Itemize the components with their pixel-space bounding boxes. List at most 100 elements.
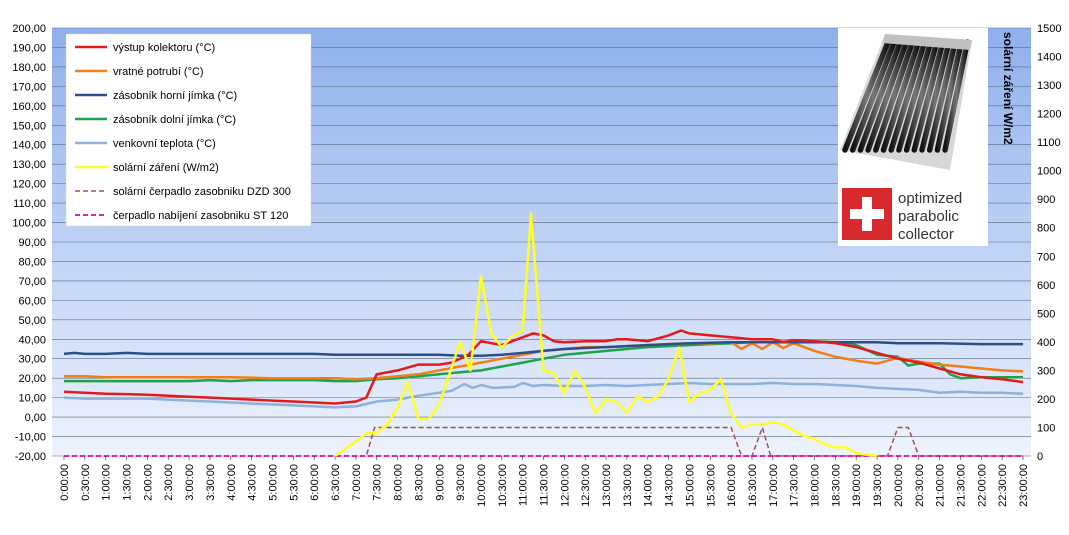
- x-tick-label: 2:30:00: [163, 464, 175, 501]
- y-tick-label: 180,00: [12, 62, 46, 74]
- x-tick-label: 14:30:00: [664, 464, 676, 507]
- y-tick-label: 30,00: [18, 354, 46, 366]
- legend-label: výstup kolektoru (°C): [113, 42, 215, 54]
- y-tick-label: 160,00: [12, 101, 46, 113]
- legend-label: zásobník dolní jímka (°C): [113, 114, 236, 126]
- y2-tick-label: 1400: [1037, 52, 1061, 64]
- y-tick-label: 50,00: [18, 315, 46, 327]
- x-tick-label: 9:00:00: [434, 464, 446, 501]
- x-tick-label: 4:00:00: [226, 464, 238, 501]
- x-tick-label: 17:30:00: [789, 464, 801, 507]
- x-tick-label: 16:00:00: [726, 464, 738, 507]
- x-tick-label: 20:30:00: [914, 464, 926, 507]
- y-tick-label: 40,00: [18, 334, 46, 346]
- x-tick-label: 17:00:00: [768, 464, 780, 507]
- x-tick-label: 10:00:00: [476, 464, 488, 507]
- x-tick-label: 22:00:00: [976, 464, 988, 507]
- y2-tick-label: 700: [1037, 251, 1055, 263]
- chart: -20,00 -10,00 0,00 10,00 20,00 30,00 40,00 50,0…: [12, 23, 1061, 507]
- y-tick-label: 80,00: [18, 256, 46, 268]
- collector-logo: optimized parabolic collector: [838, 28, 988, 246]
- x-tick-label: 4:30:00: [247, 464, 259, 501]
- y2-tick-label: 1000: [1037, 166, 1061, 178]
- x-tick-label: 3:30:00: [205, 464, 217, 501]
- y-tick-label: 0,00: [25, 412, 46, 424]
- x-tick-label: 6:30:00: [330, 464, 342, 501]
- x-tick-label: 15:30:00: [705, 464, 717, 507]
- x-tick-label: 5:00:00: [267, 464, 279, 501]
- x-tick-label: 22:30:00: [997, 464, 1009, 507]
- y-axis-ticks: -20,00 -10,00 0,00 10,00 20,00 30,00 40,00 50,0…: [12, 23, 46, 463]
- x-tick-label: 9:30:00: [455, 464, 467, 501]
- y-tick-label: 120,00: [12, 179, 46, 191]
- x-tick-label: 19:00:00: [851, 464, 863, 507]
- y-tick-label: 110,00: [13, 198, 46, 210]
- x-tick-label: 2:00:00: [142, 464, 154, 501]
- x-tick-label: 18:00:00: [810, 464, 822, 507]
- y-tick-label: -20,00: [15, 451, 46, 463]
- y-tick-label: 10,00: [18, 393, 46, 405]
- y-tick-label: 70,00: [18, 276, 46, 288]
- x-tick-label: 13:00:00: [601, 464, 613, 507]
- y2-tick-label: 0: [1037, 451, 1043, 463]
- x-tick-label: 8:30:00: [413, 464, 425, 501]
- x-tick-label: 16:30:00: [747, 464, 759, 507]
- legend-label: zásobník horní jímka (°C): [113, 90, 237, 102]
- y2-tick-label: 900: [1037, 194, 1055, 206]
- y2-tick-label: 1200: [1037, 109, 1061, 121]
- x-tick-label: 0:00:00: [59, 464, 71, 501]
- y-tick-label: 200,00: [12, 23, 46, 35]
- y-tick-label: 20,00: [18, 373, 46, 385]
- y-tick-label: 130,00: [12, 159, 46, 171]
- legend-label: solární čerpadlo zasobniku DZD 300: [113, 186, 291, 198]
- legend-label: čerpadlo nabíjení zasobniku ST 120: [113, 210, 288, 222]
- y2-tick-label: 200: [1037, 394, 1055, 406]
- x-tick-label: 13:30:00: [622, 464, 634, 507]
- y-tick-label: 170,00: [12, 81, 46, 93]
- x-tick-label: 18:30:00: [830, 464, 842, 507]
- y-tick-label: 140,00: [12, 140, 46, 152]
- x-tick-label: 14:00:00: [643, 464, 655, 507]
- y-tick-label: -10,00: [15, 432, 46, 444]
- x-tick-label: 6:00:00: [309, 464, 321, 501]
- x-tick-label: 12:00:00: [559, 464, 571, 507]
- x-tick-label: 8:00:00: [393, 464, 405, 501]
- y2-tick-label: 100: [1037, 422, 1055, 434]
- y2-axis-title: solární záření W/m2: [1001, 32, 1015, 145]
- y2-tick-label: 600: [1037, 280, 1055, 292]
- y-tick-label: 190,00: [12, 42, 46, 54]
- y-tick-label: 90,00: [18, 237, 46, 249]
- x-axis-ticks: 0:00:00 0:30:00 1:00:00 1:30:00 2:00:00 2:30:…: [59, 456, 1030, 507]
- x-tick-label: 23:00:00: [1018, 464, 1030, 507]
- logo-line-2: parabolic: [898, 208, 959, 225]
- x-tick-label: 1:30:00: [122, 464, 134, 501]
- y2-axis-ticks: 0 100 200 300 400 500 600 700 800 900 1000 1100 1200…: [1037, 23, 1061, 463]
- x-tick-label: 11:00:00: [518, 464, 530, 506]
- swiss-cross-icon: [842, 188, 892, 240]
- y2-tick-label: 400: [1037, 337, 1055, 349]
- x-tick-label: 20:00:00: [893, 464, 905, 507]
- x-tick-label: 21:00:00: [935, 464, 947, 507]
- y2-tick-label: 1100: [1037, 137, 1061, 149]
- y-tick-label: 60,00: [18, 295, 46, 307]
- x-tick-label: 7:00:00: [351, 464, 363, 501]
- y2-tick-label: 800: [1037, 223, 1055, 235]
- x-tick-label: 19:30:00: [872, 464, 884, 507]
- x-tick-label: 21:30:00: [955, 464, 967, 507]
- x-tick-label: 3:00:00: [184, 464, 196, 501]
- logo-line-1: optimized: [898, 190, 962, 207]
- x-tick-label: 7:30:00: [372, 464, 384, 501]
- legend: výstup kolektoru (°C) vratné potrubí (°C)…: [65, 33, 312, 227]
- x-tick-label: 5:30:00: [288, 464, 300, 501]
- y2-tick-label: 500: [1037, 308, 1055, 320]
- x-tick-label: 12:30:00: [580, 464, 592, 507]
- x-tick-label: 10:30:00: [497, 464, 509, 507]
- legend-label: vratné potrubí (°C): [113, 66, 204, 78]
- y-tick-label: 150,00: [12, 120, 46, 132]
- logo-line-3: collector: [898, 226, 954, 243]
- y2-tick-label: 1300: [1037, 80, 1061, 92]
- y2-tick-label: 1500: [1037, 23, 1061, 35]
- y-tick-label: 100,00: [12, 218, 46, 230]
- x-tick-label: 11:30:00: [539, 464, 551, 506]
- legend-label: venkovní teplota (°C): [113, 138, 216, 150]
